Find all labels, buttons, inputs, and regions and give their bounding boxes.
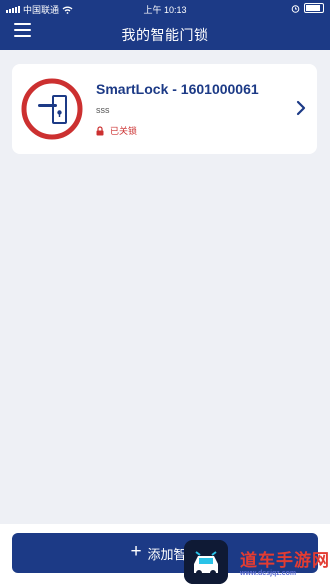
- lock-subtitle: sss: [96, 105, 110, 115]
- site-watermark: 道车手游网 www.dcsjqz.com: [184, 540, 330, 586]
- padlock-icon: [96, 125, 104, 135]
- status-bar: 中国联通 上午 10:13: [0, 0, 330, 16]
- status-right: [291, 3, 324, 13]
- chevron-right-icon: [296, 100, 306, 116]
- page-title: 我的智能门锁: [121, 27, 209, 43]
- lock-status: 已关锁: [96, 124, 137, 137]
- plus-icon: +: [130, 541, 142, 562]
- status-time: 上午 10:13: [143, 5, 187, 15]
- battery-icon: [304, 3, 324, 13]
- watermark-car-logo: [184, 540, 228, 584]
- watermark-url: www.dcsjqz.com: [240, 570, 297, 577]
- lock-status-label: 已关锁: [110, 126, 138, 136]
- lock-name: SmartLock - 1601000061: [96, 81, 259, 97]
- alarm-icon: [291, 4, 300, 13]
- watermark-text: 道车手游网: [240, 551, 330, 570]
- door-lock-icon: [21, 78, 83, 140]
- lock-card[interactable]: SmartLock - 1601000061 sss 已关锁: [12, 64, 317, 154]
- app-header: 中国联通 上午 10:13 我的智能门锁: [0, 0, 330, 50]
